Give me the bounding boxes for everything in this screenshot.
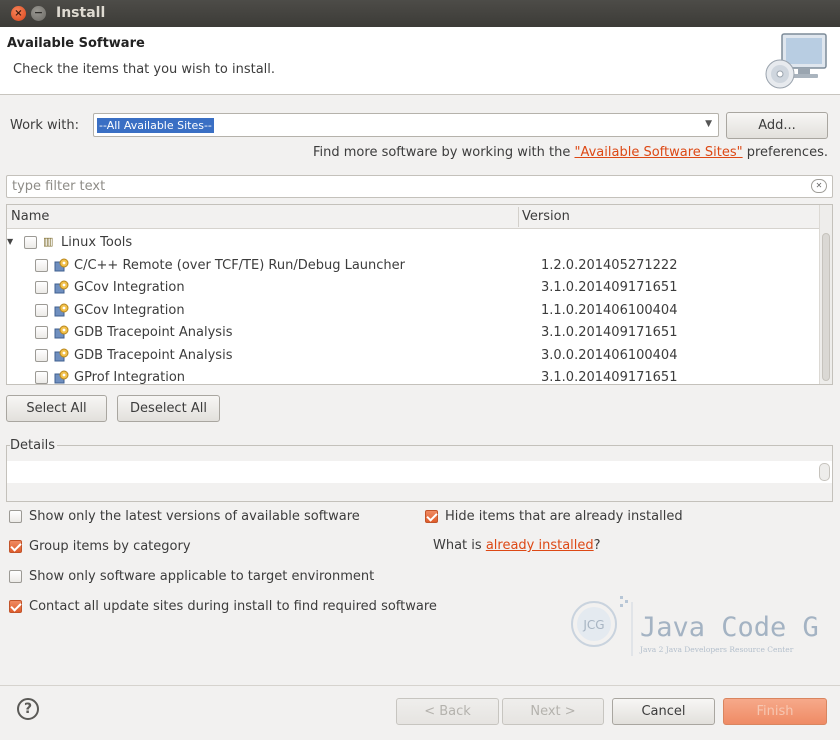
target-env-only-checkbox[interactable]	[9, 570, 22, 583]
logo-initials: JCG	[582, 618, 604, 632]
feature-name: GProf Integration	[74, 370, 186, 385]
hint-prefix: Find more software by working with the	[313, 145, 575, 160]
feature-name: GCov Integration	[74, 302, 185, 318]
banner-subtitle: Check the items that you wish to install…	[13, 62, 276, 77]
column-divider[interactable]	[518, 207, 519, 227]
feature-name: GCov Integration	[74, 280, 185, 296]
contact-sites-label: Contact all update sites during install …	[29, 599, 437, 614]
category-checkbox[interactable]	[24, 236, 37, 249]
feature-plugin-icon	[54, 348, 69, 363]
group-by-category-label: Group items by category	[29, 539, 191, 554]
java-code-geeks-logo: JCG Java Code Geeks Java 2 Java Develope…	[571, 596, 818, 656]
filter-input[interactable]: type filter text ✕	[6, 175, 833, 198]
logo-tagline: Java 2 Java Developers Resource Center	[639, 645, 794, 654]
column-header-name[interactable]: Name	[11, 209, 49, 224]
monitor-cd-icon	[765, 33, 827, 89]
feature-version: 3.0.0.201406100404	[541, 347, 678, 363]
details-label: Details	[10, 438, 58, 453]
feature-name: GDB Tracepoint Analysis	[74, 347, 233, 363]
next-button[interactable]: Next >	[502, 698, 604, 725]
chevron-down-icon[interactable]: ▼	[705, 119, 712, 129]
footer-separator	[0, 685, 840, 686]
tree-row-feature[interactable]: GCov Integration 1.1.0.201406100404	[7, 300, 820, 322]
hint-suffix: preferences.	[742, 145, 828, 160]
filter-placeholder: type filter text	[12, 179, 106, 194]
window-titlebar: × − Install	[0, 0, 840, 27]
feature-version: 3.1.0.201409171651	[541, 280, 678, 296]
feature-checkbox[interactable]	[35, 326, 48, 340]
window-minimize-button[interactable]: −	[31, 6, 46, 21]
tree-scrollbar[interactable]	[819, 205, 832, 384]
column-header-version[interactable]: Version	[522, 209, 570, 224]
latest-only-checkbox[interactable]	[9, 510, 22, 523]
feature-checkbox[interactable]	[35, 303, 48, 317]
feature-plugin-icon	[54, 258, 69, 273]
banner-title: Available Software	[7, 36, 145, 51]
back-button[interactable]: < Back	[396, 698, 499, 725]
details-group: Details	[6, 438, 833, 502]
feature-checkbox[interactable]	[35, 259, 48, 272]
feature-plugin-icon	[54, 325, 69, 340]
what-is-installed-text: What is already installed?	[433, 538, 601, 553]
work-with-value: --All Available Sites--	[97, 118, 214, 133]
feature-plugin-icon	[54, 370, 69, 384]
already-installed-link[interactable]: already installed	[486, 538, 594, 553]
tree-scrollbar-thumb[interactable]	[822, 233, 830, 381]
tree-header: Name Version	[7, 205, 820, 229]
feature-plugin-icon	[54, 280, 69, 295]
what-is-suffix: ?	[593, 538, 601, 553]
tree-row-feature[interactable]: C/C++ Remote (over TCF/TE) Run/Debug Lau…	[7, 255, 820, 277]
finish-button[interactable]: Finish	[723, 698, 827, 725]
details-scrollbar[interactable]	[819, 463, 830, 481]
group-by-category-checkbox[interactable]	[9, 540, 22, 553]
window-title: Install	[56, 5, 106, 21]
cancel-button[interactable]: Cancel	[612, 698, 715, 725]
help-icon[interactable]: ?	[17, 698, 39, 720]
feature-version: 3.1.0.201409171651	[541, 325, 678, 341]
what-is-prefix: What is	[433, 538, 486, 553]
work-with-label: Work with:	[10, 118, 80, 133]
feature-checkbox[interactable]	[35, 371, 48, 384]
more-software-hint: Find more software by working with the "…	[313, 145, 828, 160]
details-text-area[interactable]	[7, 461, 832, 483]
software-tree[interactable]: Name Version ▼ ▥ Linux Tools C/C++ Remot…	[6, 204, 833, 385]
tree-row-feature[interactable]: GCov Integration 3.1.0.201409171651	[7, 277, 820, 299]
hide-installed-label: Hide items that are already installed	[445, 509, 683, 524]
tree-row-feature[interactable]: GDB Tracepoint Analysis 3.0.0.20140610040…	[7, 345, 820, 367]
category-icon: ▥	[43, 235, 53, 248]
wizard-banner: Available Software Check the items that …	[0, 27, 840, 95]
deselect-all-button[interactable]: Deselect All	[117, 395, 220, 422]
feature-plugin-icon	[54, 303, 69, 318]
clear-filter-icon[interactable]: ✕	[811, 179, 827, 193]
logo-title: Java Code Geeks	[640, 612, 818, 643]
expand-triangle-icon[interactable]: ▼	[7, 237, 13, 246]
latest-only-label: Show only the latest versions of availab…	[29, 509, 360, 524]
window-close-button[interactable]: ×	[11, 6, 26, 21]
feature-version: 3.1.0.201409171651	[541, 370, 678, 385]
feature-name: GDB Tracepoint Analysis	[74, 325, 233, 341]
feature-name: C/C++ Remote (over TCF/TE) Run/Debug Lau…	[74, 258, 406, 273]
feature-checkbox[interactable]	[35, 348, 48, 362]
select-all-button[interactable]: Select All	[6, 395, 107, 422]
contact-sites-checkbox[interactable]	[9, 600, 22, 613]
category-name: Linux Tools	[61, 235, 133, 250]
feature-checkbox[interactable]	[35, 281, 48, 295]
feature-version: 1.1.0.201406100404	[541, 302, 678, 318]
target-env-only-label: Show only software applicable to target …	[29, 569, 375, 584]
feature-version: 1.2.0.201405271222	[541, 258, 678, 273]
tree-row-feature[interactable]: GDB Tracepoint Analysis 3.1.0.20140917165…	[7, 322, 820, 344]
hide-installed-checkbox[interactable]	[425, 510, 438, 523]
tree-row-category[interactable]: ▼ ▥ Linux Tools	[7, 232, 820, 254]
work-with-combo[interactable]: --All Available Sites-- ▼	[93, 113, 719, 137]
tree-row-feature[interactable]: GProf Integration 3.1.0.201409171651	[7, 367, 820, 385]
add-site-button[interactable]: Add...	[726, 112, 828, 139]
available-software-sites-link[interactable]: "Available Software Sites"	[575, 145, 743, 160]
